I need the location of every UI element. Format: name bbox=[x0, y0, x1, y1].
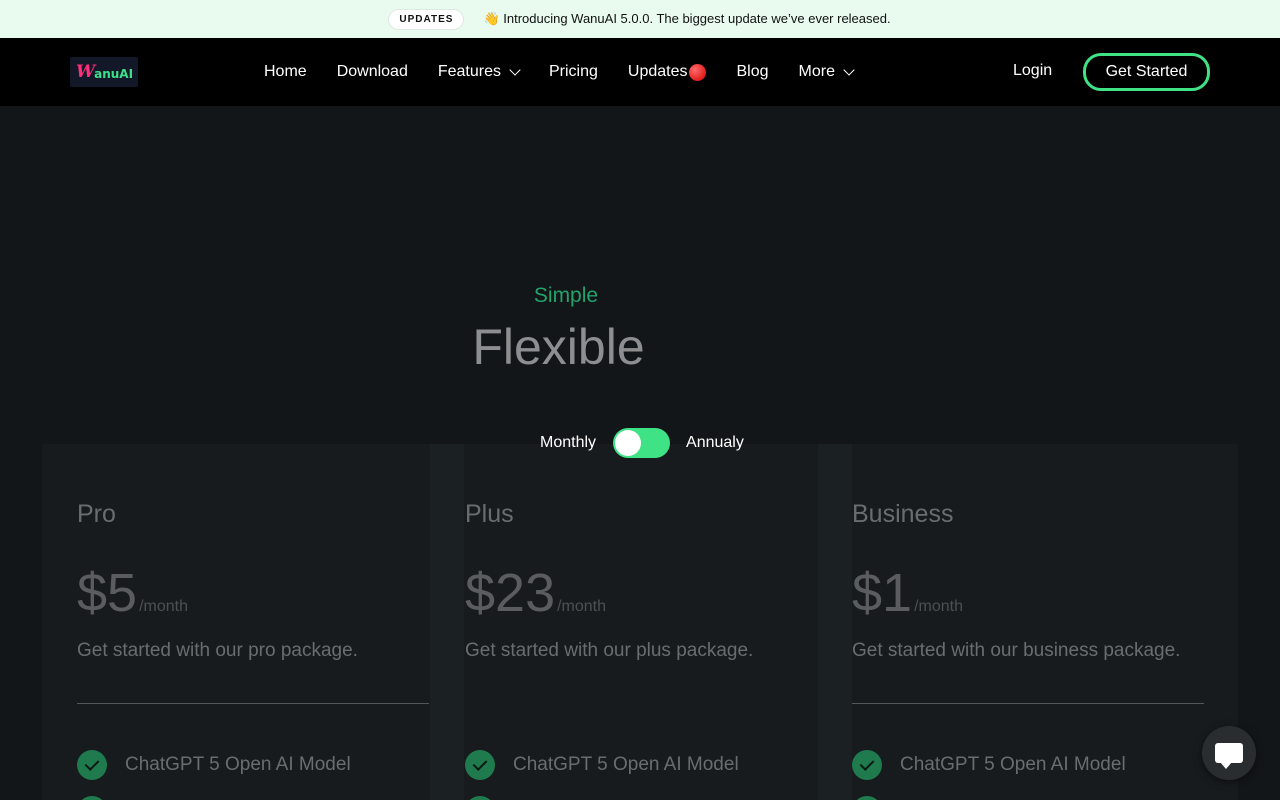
plan-description: Get started with our business package. bbox=[852, 640, 1181, 661]
red-dot-icon bbox=[689, 63, 707, 81]
billing-annual-label[interactable]: Annualy bbox=[686, 434, 744, 452]
chevron-down-icon bbox=[843, 63, 855, 76]
switch-knob bbox=[615, 430, 642, 456]
logo[interactable]: W anuAI bbox=[70, 57, 138, 87]
nav-item-features[interactable]: Features bbox=[437, 63, 521, 81]
nav-label: Features bbox=[437, 63, 501, 80]
pricing-card-pro: Pro $5 /month Get started with our pro p… bbox=[42, 444, 430, 800]
plan-price: $1 /month bbox=[852, 562, 963, 624]
nav-label: Blog bbox=[736, 63, 769, 80]
price-period: /month bbox=[139, 598, 188, 615]
feature-item: ChatGPT 5 Open AI Model bbox=[852, 750, 1126, 780]
price-period: /month bbox=[557, 598, 607, 615]
get-started-button[interactable]: Get Started bbox=[1083, 53, 1210, 91]
feature-label: ChatGPT 5 Open AI Model bbox=[900, 754, 1126, 775]
chat-bubble-icon bbox=[1215, 743, 1243, 769]
updates-badge: UPDATES bbox=[389, 9, 464, 29]
check-icon bbox=[77, 796, 107, 800]
announcement-message[interactable]: 👋 Introducing WanuAI 5.0.0. The biggest … bbox=[483, 11, 890, 27]
nav-label: Download bbox=[336, 63, 408, 80]
price-amount: $5 bbox=[77, 563, 138, 623]
nav-item-more[interactable]: More bbox=[798, 63, 855, 81]
logo-mark: W bbox=[76, 62, 95, 82]
billing-monthly-label[interactable]: Monthly bbox=[540, 434, 596, 452]
nav-label: Updates bbox=[627, 63, 688, 80]
plan-description: Get started with our pro package. bbox=[77, 640, 358, 661]
plan-price: $5 /month bbox=[77, 562, 188, 624]
nav-label: More bbox=[798, 63, 835, 80]
price-amount: $23 bbox=[465, 563, 556, 623]
feature-label: ChatGPT 5 Open AI Model bbox=[125, 754, 351, 775]
check-icon bbox=[852, 796, 882, 800]
pricing-card-business: Business $1 /month Get started with our … bbox=[818, 444, 1238, 800]
chat-widget-button[interactable] bbox=[1202, 726, 1256, 780]
divider bbox=[77, 703, 429, 704]
nav-item-download[interactable]: Download bbox=[337, 63, 408, 81]
check-icon bbox=[465, 796, 495, 800]
plan-name: Business bbox=[852, 500, 954, 528]
plan-price: $23 /month bbox=[465, 562, 606, 624]
feature-item: ChatGPT 5 Open AI Model bbox=[77, 750, 351, 780]
pricing-card-plus: Plus $23 /month Get started with our plu… bbox=[430, 444, 818, 800]
billing-toggle: Monthly Annualy bbox=[540, 428, 744, 458]
card-edge bbox=[818, 444, 852, 800]
nav-item-blog[interactable]: Blog bbox=[736, 63, 768, 81]
feature-item: ChatGPT 5 Open AI Model bbox=[465, 750, 739, 780]
nav-label: Home bbox=[264, 63, 307, 80]
logo-text: anuAI bbox=[94, 66, 134, 81]
feature-label: ChatGPT 5 Open AI Model bbox=[513, 754, 739, 775]
plan-description: Get started with our plus package. bbox=[465, 640, 754, 661]
nav-label: Pricing bbox=[548, 63, 598, 80]
plan-name: Pro bbox=[77, 500, 116, 528]
nav-item-pricing[interactable]: Pricing bbox=[549, 63, 598, 81]
billing-switch[interactable] bbox=[613, 428, 671, 458]
login-link[interactable]: Login bbox=[1013, 62, 1052, 80]
divider bbox=[852, 703, 1204, 704]
price-amount: $1 bbox=[852, 563, 913, 623]
check-icon bbox=[77, 750, 107, 780]
nav-item-updates[interactable]: Updates bbox=[628, 63, 707, 81]
price-period: /month bbox=[914, 598, 963, 615]
card-edge bbox=[430, 444, 464, 800]
navbar: W anuAI Home Download Features Pricing U… bbox=[0, 38, 1280, 106]
hero-eyebrow: Simple bbox=[533, 284, 599, 307]
announcement-bar: UPDATES 👋 Introducing WanuAI 5.0.0. The … bbox=[0, 0, 1280, 38]
chevron-down-icon bbox=[509, 63, 521, 76]
nav-item-home[interactable]: Home bbox=[264, 63, 307, 81]
hero-headline: Flexible bbox=[472, 319, 645, 375]
check-icon bbox=[852, 750, 882, 780]
plan-name: Plus bbox=[465, 500, 514, 528]
check-icon bbox=[465, 750, 495, 780]
nav-menu: Home Download Features Pricing Updates B… bbox=[264, 38, 883, 106]
